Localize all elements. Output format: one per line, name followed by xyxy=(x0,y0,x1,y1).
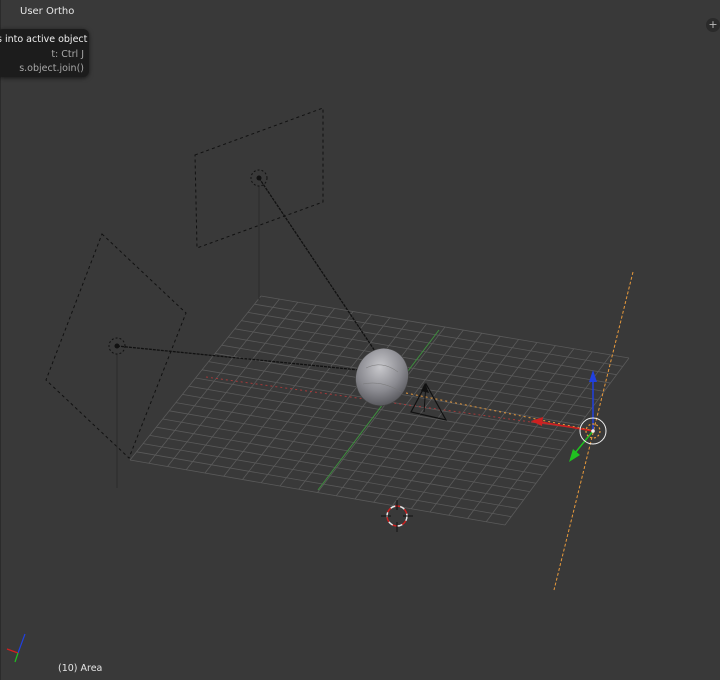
view-axis-x xyxy=(6,648,19,654)
lamp-top[interactable] xyxy=(194,107,382,361)
gizmo-x-arrow[interactable] xyxy=(531,417,543,426)
lamp-top-dot xyxy=(256,175,262,181)
grid-line xyxy=(241,320,611,384)
sphere-object[interactable] xyxy=(348,341,417,413)
sphere-mesh xyxy=(355,348,409,406)
gizmo-y-arrow[interactable] xyxy=(569,449,580,462)
grid-line xyxy=(260,295,630,359)
lamp-left-dot xyxy=(114,343,120,349)
view-axis-y xyxy=(14,652,19,663)
floor-grid xyxy=(129,295,630,526)
3d-viewport[interactable]: User Ortho s into active object t: Ctrl … xyxy=(0,0,720,680)
grid-line xyxy=(254,303,623,367)
grid-line xyxy=(467,351,593,519)
gizmo-x-axis[interactable] xyxy=(540,421,594,432)
view-axis-z xyxy=(17,633,26,654)
scene-canvas[interactable] xyxy=(1,0,720,680)
view-axis-icon xyxy=(6,633,26,663)
view-name-label: User Ortho xyxy=(20,6,75,17)
frame-object-label: (10) Area xyxy=(58,663,103,674)
operator-tooltip: s into active object t: Ctrl J s.object.… xyxy=(0,29,89,77)
gizmo-z-arrow[interactable] xyxy=(589,370,597,382)
3d-cursor[interactable] xyxy=(381,500,413,532)
tooltip-title: s into active object xyxy=(0,34,88,45)
tooltip-shortcut: t: Ctrl J xyxy=(51,48,84,60)
grid-line xyxy=(504,357,630,526)
gizmo-pivot-dot xyxy=(591,429,595,433)
tooltip-python: s.object.join() xyxy=(19,63,84,74)
plus-icon[interactable]: + xyxy=(706,18,720,32)
grid-line xyxy=(247,312,617,376)
lamp-top-direction xyxy=(258,177,382,361)
